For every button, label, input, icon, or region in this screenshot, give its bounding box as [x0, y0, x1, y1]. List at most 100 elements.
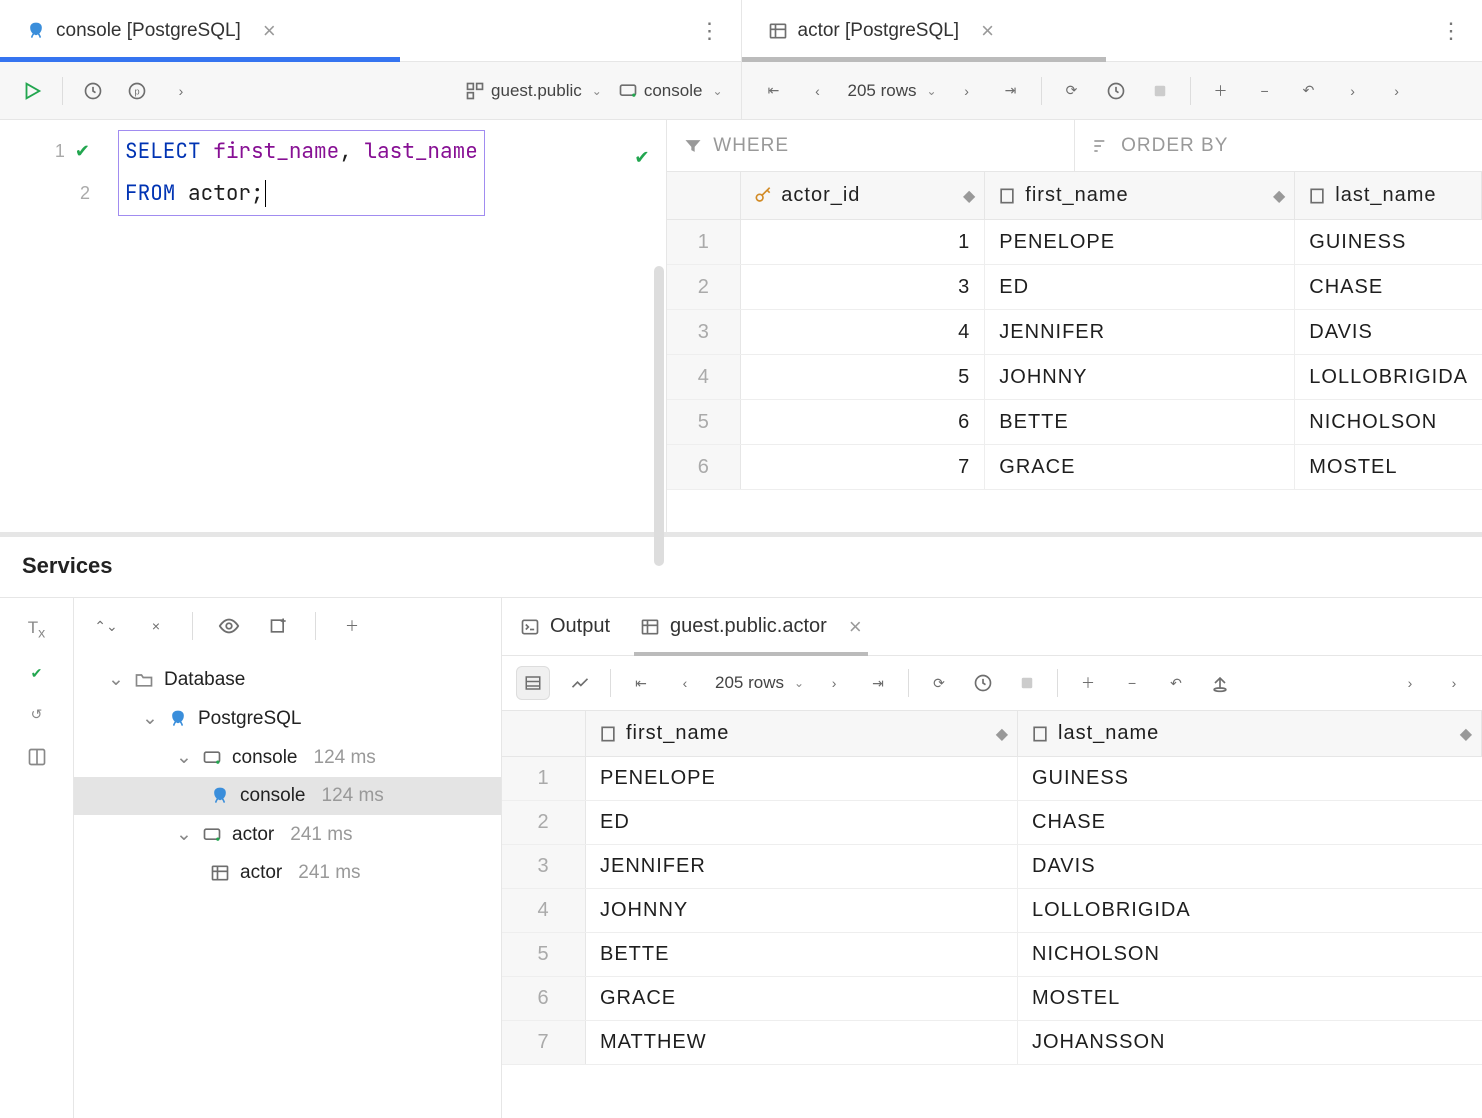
sort-handle-icon[interactable]: ◆: [1460, 724, 1473, 744]
table-view-icon[interactable]: [516, 666, 550, 700]
cell-first-name[interactable]: JOHNNY: [985, 355, 1295, 399]
chart-view-icon[interactable]: [566, 669, 594, 697]
sort-handle-icon[interactable]: ◆: [996, 724, 1009, 744]
editor-scrollbar[interactable]: [654, 266, 664, 566]
chevron-right-icon[interactable]: ›: [1440, 669, 1468, 697]
close-icon[interactable]: ×: [263, 18, 276, 44]
close-icon[interactable]: ×: [981, 18, 994, 44]
table-row[interactable]: 34JENNIFERDAVIS: [667, 310, 1482, 355]
cell-first-name[interactable]: JENNIFER: [985, 310, 1295, 354]
sort-handle-icon[interactable]: ◆: [963, 186, 976, 206]
cell-actor-id[interactable]: 3: [741, 265, 985, 309]
expand-icon[interactable]: ⌃⌄: [92, 612, 120, 640]
table-row[interactable]: 5BETTENICHOLSON: [502, 933, 1482, 977]
table-row[interactable]: 45JOHNNYLOLLOBRIGIDA: [667, 355, 1482, 400]
tab-actor[interactable]: actor [PostgreSQL] ×: [742, 0, 1012, 61]
cell-actor-id[interactable]: 6: [741, 400, 985, 444]
cell-last-name[interactable]: GUINESS: [1018, 757, 1482, 800]
cell-first-name[interactable]: BETTE: [586, 933, 1018, 976]
chevron-right-icon[interactable]: ›: [1396, 669, 1424, 697]
stop-icon[interactable]: [1013, 669, 1041, 697]
commit-icon[interactable]: ✔: [31, 665, 43, 682]
stop-icon[interactable]: [1146, 77, 1174, 105]
tree-item-actor[interactable]: ⌄ actor 241 ms: [74, 815, 501, 854]
col-header-first-name[interactable]: first_name ◆: [586, 711, 1018, 756]
next-page-icon[interactable]: ›: [953, 77, 981, 105]
table-row[interactable]: 3JENNIFERDAVIS: [502, 845, 1482, 889]
tree-item-actor-result[interactable]: actor 241 ms: [74, 854, 501, 892]
tab-output[interactable]: Output: [520, 598, 610, 655]
cell-last-name[interactable]: DAVIS: [1295, 310, 1482, 354]
where-filter[interactable]: WHERE: [667, 120, 1075, 171]
prev-page-icon[interactable]: ‹: [804, 77, 832, 105]
prev-page-icon[interactable]: ‹: [671, 669, 699, 697]
rows-count-selector[interactable]: 205 rows ⌄: [848, 81, 937, 101]
next-page-icon[interactable]: ›: [820, 669, 848, 697]
cell-first-name[interactable]: ED: [985, 265, 1295, 309]
tree-item-postgresql[interactable]: ⌄ PostgreSQL: [74, 699, 501, 738]
tab-left-menu-icon[interactable]: ⋮: [699, 18, 721, 44]
cell-actor-id[interactable]: 5: [741, 355, 985, 399]
col-header-last-name[interactable]: last_name ◆: [1018, 711, 1482, 756]
table-row[interactable]: 2EDCHASE: [502, 801, 1482, 845]
remove-row-icon[interactable]: −: [1118, 669, 1146, 697]
cell-last-name[interactable]: DAVIS: [1018, 845, 1482, 888]
run-button[interactable]: [18, 77, 46, 105]
revert-icon[interactable]: ↶: [1162, 669, 1190, 697]
cell-first-name[interactable]: ED: [586, 801, 1018, 844]
clock-stop-icon[interactable]: [969, 669, 997, 697]
order-filter[interactable]: ORDER BY: [1075, 120, 1482, 171]
reload-icon[interactable]: ⟳: [925, 669, 953, 697]
chevron-right-icon[interactable]: ›: [1383, 77, 1411, 105]
cell-last-name[interactable]: NICHOLSON: [1295, 400, 1482, 444]
sort-handle-icon[interactable]: ◆: [1273, 186, 1286, 206]
cell-first-name[interactable]: MATTHEW: [586, 1021, 1018, 1064]
first-page-icon[interactable]: ⇤: [627, 669, 655, 697]
cell-actor-id[interactable]: 1: [741, 220, 985, 264]
cell-last-name[interactable]: CHASE: [1018, 801, 1482, 844]
cell-last-name[interactable]: NICHOLSON: [1018, 933, 1482, 976]
cell-first-name[interactable]: GRACE: [985, 445, 1295, 489]
cell-last-name[interactable]: GUINESS: [1295, 220, 1482, 264]
rollback-icon[interactable]: ↺: [31, 706, 43, 723]
add-row-icon[interactable]: ＋: [1207, 77, 1235, 105]
tree-item-console[interactable]: ⌄ console 124 ms: [74, 738, 501, 777]
plan-icon[interactable]: p: [123, 77, 151, 105]
cell-first-name[interactable]: JOHNNY: [586, 889, 1018, 932]
cell-last-name[interactable]: MOSTEL: [1295, 445, 1482, 489]
table-row[interactable]: 4JOHNNYLOLLOBRIGIDA: [502, 889, 1482, 933]
cell-first-name[interactable]: PENELOPE: [985, 220, 1295, 264]
chevron-right-icon[interactable]: ›: [167, 77, 195, 105]
chevron-right-icon[interactable]: ›: [1339, 77, 1367, 105]
new-result-icon[interactable]: [265, 612, 293, 640]
table-row[interactable]: 11PENELOPEGUINESS: [667, 220, 1482, 265]
clock-stop-icon[interactable]: [1102, 77, 1130, 105]
table-row[interactable]: 1PENELOPEGUINESS: [502, 757, 1482, 801]
plus-icon[interactable]: ＋: [338, 612, 366, 640]
table-row[interactable]: 6GRACEMOSTEL: [502, 977, 1482, 1021]
table-row[interactable]: 23EDCHASE: [667, 265, 1482, 310]
cell-first-name[interactable]: PENELOPE: [586, 757, 1018, 800]
remove-row-icon[interactable]: −: [1251, 77, 1279, 105]
add-row-icon[interactable]: ＋: [1074, 669, 1102, 697]
cell-actor-id[interactable]: 4: [741, 310, 985, 354]
reload-icon[interactable]: ⟳: [1058, 77, 1086, 105]
table-row[interactable]: 56BETTENICHOLSON: [667, 400, 1482, 445]
close-icon[interactable]: ×: [142, 612, 170, 640]
eye-icon[interactable]: [215, 612, 243, 640]
col-header-last-name[interactable]: last_name: [1295, 172, 1482, 219]
target-selector[interactable]: console ⌄: [618, 81, 723, 101]
cell-last-name[interactable]: CHASE: [1295, 265, 1482, 309]
col-header-actor-id[interactable]: actor_id ◆: [741, 172, 985, 219]
cell-last-name[interactable]: LOLLOBRIGIDA: [1018, 889, 1482, 932]
tree-item-database[interactable]: ⌄ Database: [74, 660, 501, 699]
cell-first-name[interactable]: GRACE: [586, 977, 1018, 1020]
transaction-icon[interactable]: Tx: [28, 618, 45, 641]
tab-right-menu-icon[interactable]: ⋮: [1440, 18, 1462, 44]
close-icon[interactable]: ×: [849, 614, 862, 640]
cell-first-name[interactable]: BETTE: [985, 400, 1295, 444]
revert-icon[interactable]: ↶: [1295, 77, 1323, 105]
col-header-first-name[interactable]: first_name ◆: [985, 172, 1295, 219]
tab-result-table[interactable]: guest.public.actor ×: [640, 598, 862, 655]
last-page-icon[interactable]: ⇥: [864, 669, 892, 697]
